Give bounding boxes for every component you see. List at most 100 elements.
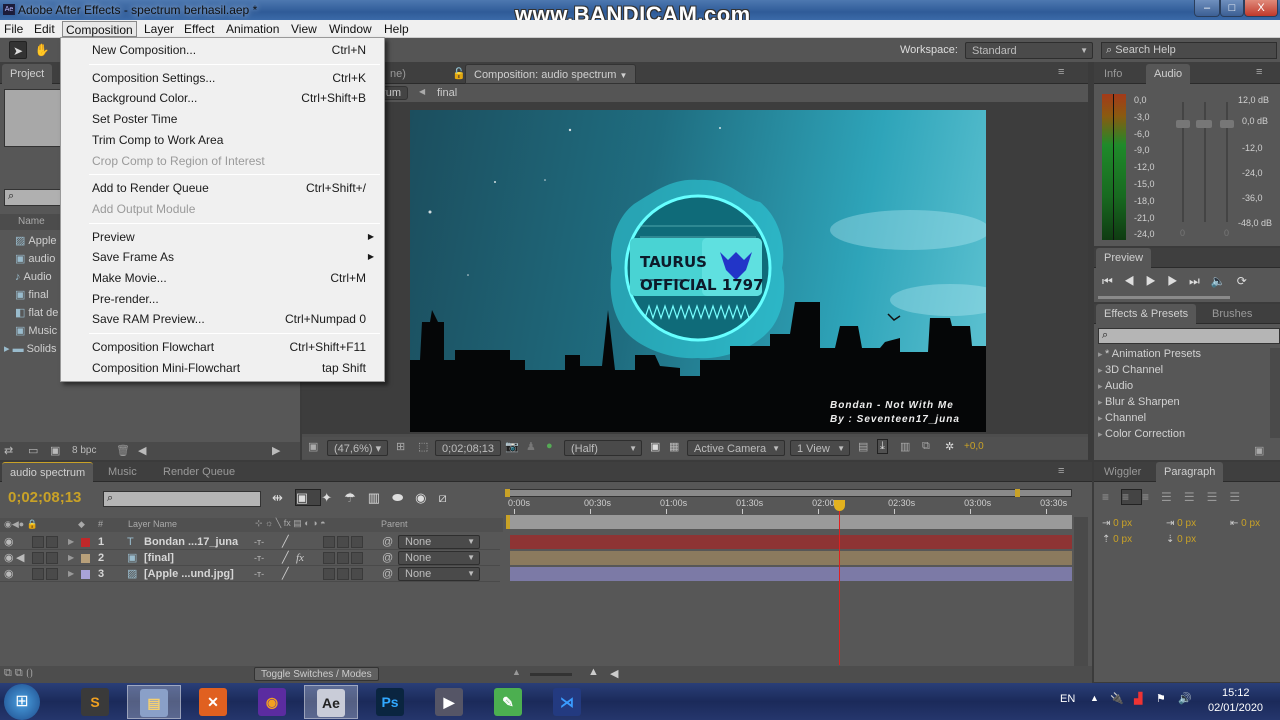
menu-item-composition-settings[interactable]: Composition Settings... Ctrl+K bbox=[92, 68, 382, 88]
loop-icon[interactable]: ⟳ bbox=[1237, 274, 1258, 288]
space-after-field[interactable]: ⇣ 0 px bbox=[1166, 534, 1196, 545]
layer-row[interactable]: ◉ ◀ ▶ 2 ▣ [final] -ᴛ- ╱ fx @ None ▼ bbox=[0, 550, 500, 566]
menu-effect[interactable]: Effect bbox=[181, 21, 217, 37]
menu-item-background-color[interactable]: Background Color... Ctrl+Shift+B bbox=[92, 88, 382, 108]
taskbar-app-coreldraw[interactable]: ✎ bbox=[481, 685, 535, 719]
taskbar-app-file-explorer[interactable]: ▤ bbox=[127, 685, 181, 719]
expand-arrow-icon[interactable]: ▶ bbox=[68, 550, 74, 566]
navigator-start-handle[interactable] bbox=[505, 489, 510, 497]
selection-tool-icon[interactable]: ➤ bbox=[9, 41, 27, 59]
solo-switch[interactable] bbox=[32, 552, 44, 564]
3d-switch[interactable] bbox=[351, 536, 363, 548]
project-item[interactable]: ▣ final bbox=[0, 286, 60, 304]
menu-item-save-frame-as[interactable]: Save Frame As ▶ bbox=[92, 247, 382, 267]
menu-help[interactable]: Help bbox=[381, 21, 412, 37]
safe-zones-icon[interactable]: ⊞ bbox=[396, 440, 405, 453]
visibility-eye-icon[interactable]: ◉ bbox=[4, 534, 14, 550]
project-item[interactable]: ▨ Apple bbox=[0, 232, 60, 250]
new-folder-icon[interactable]: ▣ bbox=[1254, 444, 1264, 457]
effects-category-item[interactable]: Channel bbox=[1098, 412, 1146, 424]
zoom-in-icon[interactable]: ▲ bbox=[588, 666, 599, 678]
toggle-switches-modes-button[interactable]: Toggle Switches / Modes bbox=[254, 667, 379, 681]
expand-arrow-icon[interactable]: ▶ bbox=[68, 566, 74, 582]
live-update-icon[interactable]: ▣ bbox=[294, 489, 322, 506]
align-right-icon[interactable]: ≡ bbox=[1142, 490, 1161, 504]
lock-switch[interactable] bbox=[46, 568, 58, 580]
tab-preview[interactable]: Preview bbox=[1096, 248, 1152, 268]
panel-menu-icon[interactable]: ≡ bbox=[1256, 66, 1262, 78]
3d-switch[interactable] bbox=[351, 552, 363, 564]
next-frame-icon[interactable]: ▶ bbox=[1167, 274, 1189, 288]
solo-switch[interactable] bbox=[32, 536, 44, 548]
quality-switch-icon[interactable]: ╱ bbox=[282, 534, 289, 550]
layer-duration-bar[interactable] bbox=[510, 567, 1072, 581]
taskbar-app-after-effects[interactable]: Ae bbox=[304, 685, 358, 719]
language-indicator[interactable]: EN bbox=[1060, 693, 1075, 705]
motion-blur-icon[interactable]: ⬬ bbox=[392, 490, 415, 505]
audio-slider-left-thumb[interactable] bbox=[1176, 120, 1190, 128]
project-item[interactable]: ▣ audio bbox=[0, 250, 60, 268]
playhead[interactable] bbox=[834, 500, 846, 665]
taskbar-app-avast-browser[interactable]: ◉ bbox=[245, 685, 299, 719]
label-color-swatch[interactable] bbox=[81, 538, 90, 547]
adjustment-switch[interactable] bbox=[337, 568, 349, 580]
shy-switch-icon[interactable]: -ᴛ- bbox=[254, 550, 264, 566]
resolution-dropdown[interactable]: (Half) ▼ bbox=[564, 440, 642, 456]
tab-composition[interactable]: Composition: audio spectrum ▼ bbox=[465, 64, 637, 84]
trash-icon[interactable]: 🗑 bbox=[116, 444, 130, 457]
menu-animation[interactable]: Animation bbox=[223, 21, 282, 37]
last-frame-icon[interactable]: ⏭ bbox=[1189, 274, 1211, 288]
justify-all-icon[interactable]: ☰ bbox=[1229, 490, 1252, 504]
menu-edit[interactable]: Edit bbox=[31, 21, 58, 37]
indent-left-field[interactable]: ⇥ 0 px bbox=[1102, 518, 1132, 529]
taskbar-app-vs-code[interactable]: ⋊ bbox=[540, 685, 594, 719]
menu-item-trim-comp-to-work-area[interactable]: Trim Comp to Work Area bbox=[92, 130, 382, 150]
composition-viewer[interactable]: TAURUS OFFICIAL 1797 Bondan - Not With M… bbox=[410, 110, 986, 432]
visibility-eye-icon[interactable]: ◉ bbox=[4, 550, 14, 566]
menu-item-add-to-render-queue[interactable]: Add to Render Queue Ctrl+Shift+/ bbox=[92, 178, 382, 198]
pick-whip-icon[interactable]: @ bbox=[382, 550, 393, 566]
menu-item-composition-flowchart[interactable]: Composition Flowchart Ctrl+Shift+F11 bbox=[92, 337, 382, 357]
label-color-swatch[interactable] bbox=[81, 570, 90, 579]
project-search-input[interactable]: ⌕ bbox=[4, 189, 64, 206]
menu-item-preview[interactable]: Preview ▶ bbox=[92, 227, 382, 247]
snapshot-icon[interactable]: 📷 bbox=[505, 440, 519, 453]
graph-editor-icon[interactable]: ⧄ bbox=[439, 490, 459, 505]
scroll-left-icon[interactable]: ◀ bbox=[610, 667, 618, 680]
flowchart-icon[interactable]: ⧉ bbox=[922, 440, 930, 453]
parent-dropdown[interactable]: None ▼ bbox=[398, 567, 480, 581]
project-item[interactable]: ▸ ▬ Solids bbox=[0, 340, 60, 358]
taskbar-app-game[interactable]: ▶ bbox=[422, 685, 476, 719]
menu-item-composition-mini-flowchart[interactable]: Composition Mini-Flowchart tap Shift bbox=[92, 358, 382, 378]
scroll-left-icon[interactable]: ◀ bbox=[138, 444, 146, 457]
effects-category-item[interactable]: 3D Channel bbox=[1098, 364, 1163, 376]
exposure-value[interactable]: +0,0 bbox=[964, 441, 984, 452]
brainstorm-icon[interactable]: ◉ bbox=[415, 490, 438, 505]
pick-whip-icon[interactable]: @ bbox=[382, 566, 393, 582]
play-icon[interactable]: ▶ bbox=[1146, 274, 1168, 288]
audio-slider-right-thumb[interactable] bbox=[1220, 120, 1234, 128]
effects-category-item[interactable]: Blur & Sharpen bbox=[1098, 396, 1180, 408]
search-help-input[interactable]: ⌕ Search Help bbox=[1101, 42, 1277, 59]
action-center-flag-icon[interactable]: ⚑ bbox=[1156, 692, 1166, 705]
hand-tool-icon[interactable]: ✋ bbox=[33, 41, 51, 59]
timeline-icon[interactable]: ▥ bbox=[900, 440, 910, 453]
effects-search-input[interactable]: ⌕ bbox=[1098, 328, 1280, 344]
motion-blur-switch[interactable] bbox=[323, 552, 335, 564]
visibility-eye-icon[interactable]: ◉ bbox=[4, 566, 14, 582]
tab-brushes[interactable]: Brushes bbox=[1204, 304, 1260, 324]
clock-time[interactable]: 15:12 bbox=[1222, 687, 1250, 699]
current-time-display[interactable]: 0;02;08;13 bbox=[435, 440, 501, 456]
draft-3d-icon[interactable]: ✦ bbox=[321, 490, 344, 505]
tab-paragraph[interactable]: Paragraph bbox=[1156, 462, 1224, 482]
always-preview-icon[interactable]: ▣ bbox=[308, 440, 318, 453]
indent-right-field[interactable]: ⇤ 0 px bbox=[1230, 518, 1260, 529]
tab-effects-presets[interactable]: Effects & Presets bbox=[1096, 304, 1197, 324]
lock-switch[interactable] bbox=[46, 536, 58, 548]
menu-item-add-output-module[interactable]: Add Output Module bbox=[92, 199, 382, 219]
tab-project[interactable]: Project bbox=[2, 64, 53, 84]
parent-dropdown[interactable]: None ▼ bbox=[398, 535, 480, 549]
quality-switch-icon[interactable]: ╱ bbox=[282, 566, 289, 582]
hide-shy-layers-icon[interactable]: ☂ bbox=[344, 490, 368, 505]
mute-audio-icon[interactable]: 🔈 bbox=[1211, 274, 1237, 288]
